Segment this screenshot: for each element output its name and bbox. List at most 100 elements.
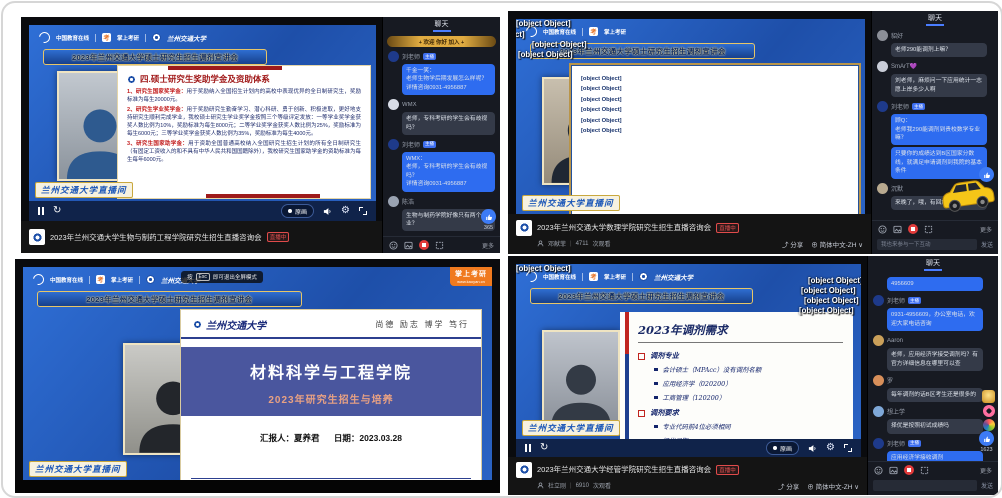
slide-item: [object Object] — [581, 116, 849, 126]
fullscreen-button[interactable] — [844, 444, 852, 452]
stream-thumbnail — [29, 229, 45, 245]
chat-bubble: 顾Q： 老师我290能调剂到贵校数学专业嘛？ — [891, 114, 987, 145]
gift-donut-icon — [983, 405, 995, 417]
like-widget[interactable]: 365 — [481, 209, 496, 231]
quality-selector[interactable]: 原画 — [281, 204, 314, 218]
gift-ball-icon — [983, 419, 995, 431]
host-badge: 主播 — [912, 103, 925, 110]
stream-card-materials-fullscreen: 中国教育在线 考 掌上考研 兰州交通大学 按Esc即可退出全屏模式 掌上考研 w… — [15, 259, 500, 493]
quality-selector[interactable]: 原画 — [766, 441, 799, 455]
chat-message: 4956609 — [873, 275, 993, 291]
slide-body: 1、研究生国家奖学金：用于奖励纳入全国招生计划内的高校中表现优异的全日制研究生，… — [127, 88, 361, 164]
university-seal-icon — [639, 272, 648, 281]
host-badge: 主播 — [423, 141, 436, 148]
q3-video-area[interactable]: 中国教育在线 考 掌上考研 兰州交通大学 按Esc即可退出全屏模式 掌上考研 w… — [23, 267, 492, 480]
emoji-icon[interactable] — [389, 241, 398, 250]
event-title-banner: 2023年兰州交通大学硕士研究生招生调剂宣讲会 — [530, 288, 753, 304]
screenshot-icon[interactable] — [435, 241, 444, 250]
like-widget[interactable]: 1623 — [979, 431, 994, 453]
settings-gear-icon[interactable]: ⚙ — [341, 206, 350, 216]
stream-title: 2023年兰州交通大学数理学院研究生招生直播咨询会 — [537, 222, 711, 233]
chat-more-button[interactable]: 更多 — [980, 466, 992, 475]
screenshot-icon[interactable] — [920, 466, 929, 475]
chat-more-button[interactable]: 更多 — [980, 225, 992, 234]
host-badge: 主播 — [423, 53, 436, 60]
refresh-button[interactable]: ↻ — [53, 206, 61, 216]
slide-item: [object Object] — [581, 95, 849, 105]
stream-thumbnail — [516, 462, 532, 478]
pause-button[interactable] — [38, 207, 44, 215]
chat-more-button[interactable]: 更多 — [482, 241, 494, 250]
q2-chat-panel: 聊天 貂好 老师290能调剂上嘛？ SmArT💜 — [871, 11, 998, 254]
avatar — [873, 406, 884, 417]
presenter-name: 汇报人：夏养君 — [260, 433, 320, 443]
chat-bubble: WMX： 老师，专科考研的学生会有歧视吗？ 详情咨询0931-4956887 — [402, 152, 495, 192]
chat-message: Aaron 老师，应用经济学接受调剂吗？有官方详细信息在哪里可以查 — [873, 335, 993, 371]
chat-bubble: 应用经济学接收调剂 — [887, 451, 983, 461]
share-button[interactable]: ⤴ 分享 — [778, 481, 799, 491]
language-selector[interactable]: ⊕ 简体中文-ZH ∨ — [807, 481, 859, 491]
image-icon[interactable] — [404, 241, 413, 250]
q2-video-area[interactable]: 中国教育在线 考 掌上考研 2023年兰州交通大学硕士研究生招生调剂宣讲会 [o… — [516, 19, 865, 214]
refresh-button[interactable]: ↻ — [540, 443, 548, 453]
share-button[interactable]: ⤴ 分享 — [782, 239, 803, 249]
chat-input-row: 发送 — [872, 237, 998, 254]
chat-username: 刘老师 — [887, 439, 905, 448]
slide-bullet: 择优录取 — [654, 436, 843, 439]
avatar — [388, 99, 399, 110]
stream-title: 2023年兰州交通大学经管学院研究生招生直播咨询会 — [537, 464, 711, 475]
chat-message: 陈浩 生物与制药学院好像只有两个专业？ — [388, 196, 495, 232]
live-badge: 直播中 — [716, 223, 739, 233]
volume-icon[interactable] — [808, 444, 817, 453]
chat-welcome-banner: + 欢迎 你好 加入 + — [387, 36, 496, 47]
university-seal-icon — [127, 75, 136, 84]
chat-message-list[interactable]: 刘老师 主播 千金一笑： 老师生物学后期发展怎么样呢？ 详情咨询0931-495… — [383, 48, 500, 236]
like-count: 1623 — [979, 447, 994, 453]
liveroom-badge: 兰州交通大学直播间 — [522, 195, 620, 211]
gift-animations — [982, 390, 995, 431]
slide-subtitle: 2023年研究生招生与培养 — [181, 391, 481, 406]
q4-chat-panel: 聊天 4956609 刘老师 主播 0931-4956609，办公室电话，欢迎大… — [867, 256, 998, 495]
gift-icon[interactable] — [419, 240, 429, 250]
gift-icon[interactable] — [904, 465, 914, 475]
gift-icon[interactable] — [908, 224, 918, 234]
chat-input[interactable] — [873, 480, 977, 491]
image-icon[interactable] — [893, 225, 902, 234]
q1-video-area[interactable]: 中国教育在线 考 掌上考研 兰州交通大学 2023年兰州交通大学硕士研究生招生调… — [29, 25, 376, 201]
university-motto: 尚德 励志 博学 笃行 — [375, 319, 469, 330]
language-selector[interactable]: ⊕ 简体中文-ZH ∨ — [811, 239, 863, 249]
pause-button[interactable] — [525, 444, 531, 452]
chat-toolbar: 更多 — [383, 236, 500, 253]
avatar — [877, 183, 888, 194]
volume-icon[interactable] — [323, 207, 332, 216]
settings-gear-icon[interactable]: ⚙ — [826, 443, 835, 453]
slide-paragraph: 2、研究生学业奖学金：用于奖励研究生勤奋学习、潜心科研、勇于创新、积极进取，更好… — [127, 106, 361, 139]
slide-item: [object Object] — [581, 84, 849, 94]
player-bottom-strip — [15, 480, 500, 493]
thumbs-up-icon[interactable] — [481, 209, 496, 224]
emoji-icon[interactable] — [874, 466, 883, 475]
palm-kaoyan-corner-logo: 掌上考研 www.kaoyan.cn — [450, 267, 492, 286]
presentation-slide: 兰州交通大学 尚德 励志 博学 笃行 材料科学与工程学院 2023年研究生招生与… — [180, 309, 482, 480]
liveroom-badge: 兰州交通大学直播间 — [35, 182, 133, 198]
screenshot-icon[interactable] — [924, 225, 933, 234]
stream-meta-row: 杜立刚 | 6910 次观看 ⤴ 分享 ⊕ 简体中文-ZH ∨ — [516, 481, 859, 491]
danmaku-line: [object Object] — [801, 286, 856, 295]
live-badge: 直播中 — [267, 232, 290, 242]
send-button[interactable]: 发送 — [981, 240, 993, 249]
chat-input[interactable] — [877, 239, 977, 250]
chat-bubble: 0931-4956609，办公室电话，欢迎大家电话咨询 — [887, 308, 983, 331]
university-logo-label: 兰州交通大学 — [654, 272, 693, 282]
slide-bullet: 会计硕士（MPAcc）没有调剂名额 — [654, 365, 843, 374]
q4-video-area[interactable]: 中国教育在线 考 掌上考研 兰州交通大学 2023年兰州交通大学硕士研究生招生调… — [516, 264, 861, 439]
fullscreen-button[interactable] — [359, 207, 367, 215]
chat-bubble: 老师，专科考研的学生会有歧视吗？ — [402, 112, 495, 135]
university-seal-icon — [152, 33, 161, 42]
emoji-icon[interactable] — [878, 225, 887, 234]
send-button[interactable]: 发送 — [981, 481, 993, 490]
chat-message: SmArT💜 刘老师，麻烦问一下应用统计一志愿上岸多少人啊 — [877, 61, 993, 97]
chat-username: 刘老师 — [402, 52, 420, 61]
view-count-suffix: 次观看 — [592, 239, 610, 248]
image-icon[interactable] — [889, 466, 898, 475]
thumbs-up-icon[interactable] — [979, 431, 994, 446]
